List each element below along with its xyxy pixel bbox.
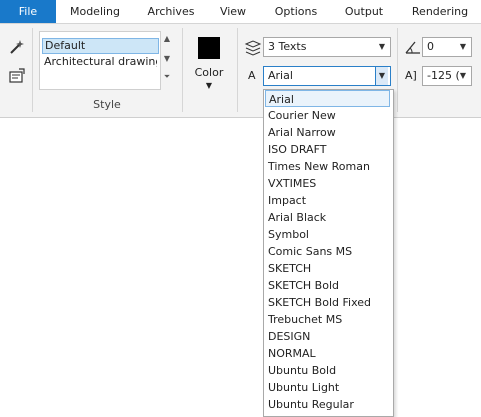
texts-combo-value: 3 Texts bbox=[268, 40, 307, 53]
font-option-comic-sans-ms[interactable]: Comic Sans MS bbox=[265, 243, 390, 260]
tab-view[interactable]: View bbox=[214, 0, 252, 23]
font-option-ubuntu-regular[interactable]: Ubuntu Regular bbox=[265, 396, 390, 413]
font-option-arial[interactable]: Arial bbox=[265, 90, 390, 107]
separator bbox=[32, 28, 33, 112]
font-combo[interactable]: Arial ▼ bbox=[263, 66, 391, 86]
chevron-down-icon[interactable]: ▼ bbox=[457, 67, 469, 85]
tab-archives[interactable]: Archives bbox=[140, 0, 202, 23]
chevron-down-icon[interactable]: ▼ bbox=[375, 67, 388, 85]
texts-combo[interactable]: 3 Texts ▼ bbox=[263, 37, 391, 57]
color-dropdown-icon[interactable]: ▼ bbox=[204, 81, 214, 91]
style-item-default[interactable]: Default bbox=[42, 38, 159, 54]
separator bbox=[397, 28, 398, 112]
text-properties-icon[interactable] bbox=[8, 67, 26, 85]
font-label: A bbox=[248, 69, 256, 82]
tab-output[interactable]: Output bbox=[337, 0, 391, 23]
ribbon-tab-bar: File Modeling Archives View Options Outp… bbox=[0, 0, 481, 24]
tab-rendering[interactable]: Rendering bbox=[404, 0, 476, 23]
chevron-down-icon[interactable]: ▼ bbox=[457, 38, 469, 56]
size-combo[interactable]: -125 ( ▼ bbox=[422, 66, 472, 86]
font-option-iso-draft[interactable]: ISO DRAFT bbox=[265, 141, 390, 158]
angle-combo-value: 0 bbox=[427, 40, 434, 53]
text-angle-icon bbox=[404, 38, 422, 56]
font-option-ubuntu-light[interactable]: Ubuntu Light bbox=[265, 379, 390, 396]
font-option-arial-narrow[interactable]: Arial Narrow bbox=[265, 124, 390, 141]
font-option-symbol[interactable]: Symbol bbox=[265, 226, 390, 243]
separator bbox=[182, 28, 183, 112]
tab-options[interactable]: Options bbox=[266, 0, 326, 23]
color-swatch[interactable] bbox=[198, 37, 220, 59]
font-dropdown-list[interactable]: Arial Courier New Arial Narrow ISO DRAFT… bbox=[263, 89, 394, 417]
font-option-normal[interactable]: NORMAL bbox=[265, 345, 390, 362]
separator bbox=[237, 28, 238, 112]
font-option-trebuchet-ms[interactable]: Trebuchet MS bbox=[265, 311, 390, 328]
style-item-architectural-drawing[interactable]: Architectural drawing bbox=[42, 55, 157, 69]
font-option-sketch[interactable]: SKETCH bbox=[265, 260, 390, 277]
tab-modeling[interactable]: Modeling bbox=[62, 0, 128, 23]
ribbon-panel: Default Architectural drawing ▲ ▼ ⏷ Styl… bbox=[0, 24, 481, 118]
color-button-label[interactable]: Color bbox=[188, 66, 230, 80]
scroll-down-icon[interactable]: ▼ bbox=[161, 52, 173, 66]
scroll-up-icon[interactable]: ▲ bbox=[161, 32, 173, 46]
font-option-design[interactable]: DESIGN bbox=[265, 328, 390, 345]
style-list[interactable]: Default Architectural drawing bbox=[39, 31, 161, 90]
angle-combo[interactable]: 0 ▼ bbox=[422, 37, 472, 57]
expand-gallery-icon[interactable]: ⏷ bbox=[161, 70, 173, 84]
tab-file[interactable]: File bbox=[0, 0, 56, 23]
text-stack-icon bbox=[244, 39, 262, 57]
chevron-down-icon[interactable]: ▼ bbox=[376, 38, 388, 56]
font-option-ubuntu-bold[interactable]: Ubuntu Bold bbox=[265, 362, 390, 379]
font-option-times-new-roman[interactable]: Times New Roman bbox=[265, 158, 390, 175]
font-option-sketch-bold-fixed[interactable]: SKETCH Bold Fixed bbox=[265, 294, 390, 311]
font-option-vxtimes[interactable]: VXTIMES bbox=[265, 175, 390, 192]
font-combo-value: Arial bbox=[268, 69, 293, 82]
size-combo-value: -125 ( bbox=[427, 69, 460, 82]
font-option-arial-black[interactable]: Arial Black bbox=[265, 209, 390, 226]
font-option-impact[interactable]: Impact bbox=[265, 192, 390, 209]
style-group-label: Style bbox=[93, 98, 121, 111]
magic-wand-icon[interactable] bbox=[8, 38, 26, 56]
font-option-courier-new[interactable]: Courier New bbox=[265, 107, 390, 124]
font-option-sketch-bold[interactable]: SKETCH Bold bbox=[265, 277, 390, 294]
size-label: A] bbox=[405, 69, 417, 82]
